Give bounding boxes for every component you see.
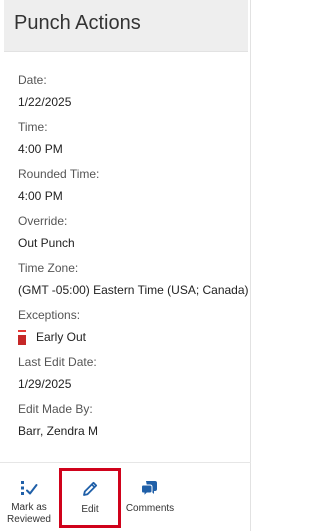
red-flag-icon: [18, 329, 26, 345]
comments-button[interactable]: Comments: [122, 463, 178, 515]
override-value: Out Punch: [18, 236, 75, 250]
field-override: Override: Out Punch: [18, 213, 246, 260]
field-value: Early Out: [18, 329, 246, 345]
field-value: Out Punch: [18, 235, 246, 251]
field-label: Edit Made By:: [18, 402, 93, 416]
time-value: 4:00 PM: [18, 142, 63, 156]
edit-label: Edit: [81, 504, 99, 515]
checklist-icon: [21, 481, 38, 495]
field-value: 4:00 PM: [18, 188, 246, 204]
mark-as-reviewed-button[interactable]: Mark as Reviewed: [4, 463, 54, 526]
comment-bubble-icon: [141, 481, 157, 497]
action-bar: Mark as Reviewed Edit Comments: [0, 462, 251, 531]
field-exceptions: Exceptions: Early Out: [18, 307, 246, 354]
field-value: 1/29/2025: [18, 376, 246, 392]
mark-as-reviewed-label: Mark as Reviewed: [4, 502, 54, 526]
field-value: 4:00 PM: [18, 141, 246, 157]
field-label: Date:: [18, 73, 47, 87]
panel-header: Punch Actions: [4, 0, 248, 52]
field-label: Exceptions:: [18, 308, 81, 322]
mark-as-reviewed-line2: Reviewed: [7, 514, 51, 525]
field-rounded-time: Rounded Time: 4:00 PM: [18, 166, 246, 213]
edit-made-by-value: Barr, Zendra M: [18, 424, 99, 438]
field-value: 1/22/2025: [18, 94, 246, 110]
exception-value: Early Out: [36, 330, 87, 344]
edit-button[interactable]: Edit: [60, 463, 120, 516]
field-time-zone: Time Zone: (GMT -05:00) Eastern Time (US…: [18, 260, 249, 307]
time-zone-value: (GMT -05:00) Eastern Time (USA; Canada): [18, 283, 249, 297]
comments-label: Comments: [125, 503, 175, 514]
field-last-edit-date: Last Edit Date: 1/29/2025: [18, 354, 246, 401]
mark-as-reviewed-line1: Mark as: [11, 502, 47, 513]
field-value: Barr, Zendra M: [18, 423, 246, 439]
field-time: Time: 4:00 PM: [18, 119, 246, 166]
rounded-time-value: 4:00 PM: [18, 189, 63, 203]
field-value: (GMT -05:00) Eastern Time (USA; Canada): [18, 282, 249, 298]
field-label: Time Zone:: [18, 261, 79, 275]
pencil-icon: [83, 481, 98, 496]
field-label: Rounded Time:: [18, 167, 100, 181]
page-title: Punch Actions: [14, 12, 141, 34]
date-value: 1/22/2025: [18, 95, 72, 109]
field-label: Last Edit Date:: [18, 355, 97, 369]
field-label: Time:: [18, 120, 48, 134]
punch-details: Date: 1/22/2025 Time: 4:00 PM Rounded Ti…: [18, 72, 249, 448]
field-edit-made-by: Edit Made By: Barr, Zendra M: [18, 401, 246, 448]
field-date: Date: 1/22/2025: [18, 72, 246, 119]
punch-actions-panel: Punch Actions Date: 1/22/2025 Time: 4:00…: [0, 0, 251, 531]
field-label: Override:: [18, 214, 68, 228]
last-edit-date-value: 1/29/2025: [18, 377, 72, 391]
